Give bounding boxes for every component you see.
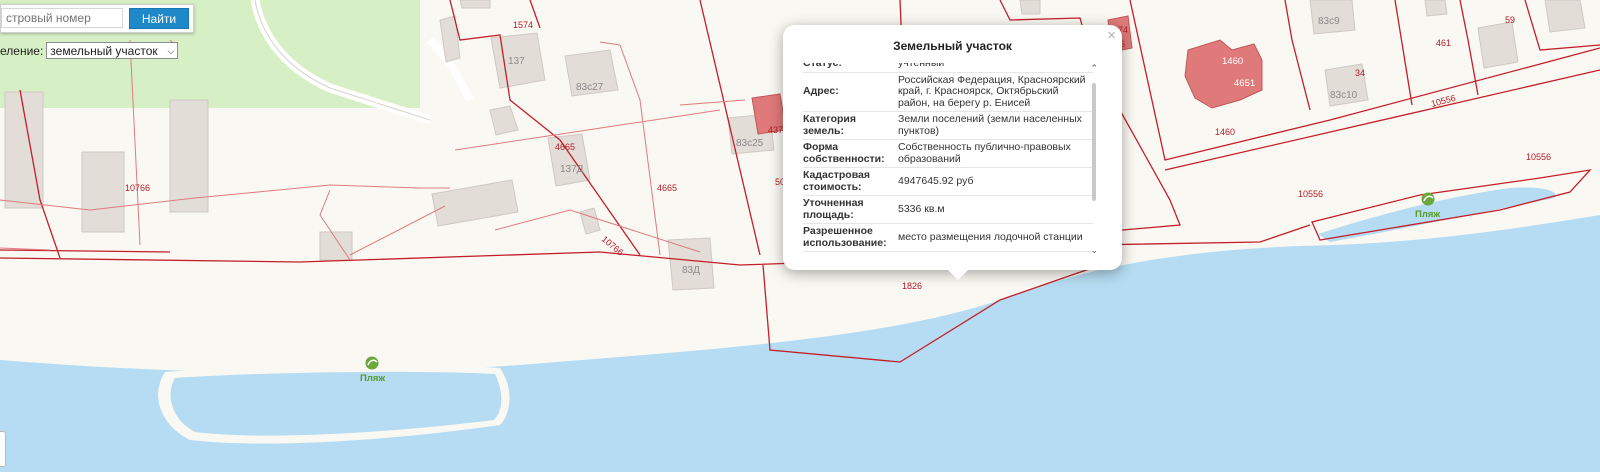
parcel-label: 4665 [657,183,677,193]
building-label: 83с25 [736,138,764,149]
building-label: 137 [508,56,525,67]
beach-icon [1421,192,1435,206]
chevron-down-icon: ⌵ [167,45,175,56]
parcel-label: 34 [1355,68,1365,78]
detail-row: Адрес: Российская Федерация, Красноярский… [803,73,1093,112]
building-label: 83с10 [1330,90,1358,101]
detail-key: Разрешенное использование: [803,225,887,249]
detail-key: Уточненная площадь: [803,197,864,221]
building-label: 1460 [1222,56,1243,67]
detail-row: Кадастровая стоимость: 4947645.92 руб [803,168,1093,196]
parcel-label: 461 [1436,38,1451,48]
layer-label: еление: [0,43,44,58]
parcel-label: 1574 [513,20,533,30]
parcel-label: 437 [768,125,783,135]
parcel-label: 10766 [125,183,150,193]
detail-value: 4947645.92 руб [898,174,974,187]
detail-value: Собственность публично-правовых образова… [898,141,1071,165]
building-label: 83с9 [1318,16,1340,27]
popup-details[interactable]: Статус: учтенный Адрес: Российская Федерац… [803,63,1093,263]
search-panel: Найти [0,4,194,33]
parcel-info-popup: × Земельный участок Статус: учтенный Адре… [783,25,1122,280]
find-button[interactable]: Найти [129,8,189,29]
parcel-label: 1460 [1215,127,1235,137]
detail-row: Категория земель: Земли поселений (земли … [803,112,1093,140]
beach-label: Пляж [360,373,385,384]
building-label: 137Д [560,164,584,175]
cadastral-number-input[interactable] [1,8,123,28]
beach-label: Пляж [1415,209,1440,220]
detail-key: Адрес: [803,85,839,97]
detail-value: 5336 кв.м [898,202,945,215]
scroll-up-icon[interactable]: ⌃ [1090,63,1098,74]
layer-select[interactable]: земельный участок ⌵ [46,42,179,59]
detail-key: Категория земель: [803,113,857,137]
detail-key: Статус: [803,63,842,69]
building-label: 83с27 [576,82,604,93]
building-label: 4651 [1234,78,1255,89]
map-control-stub[interactable] [0,431,6,467]
layer-selector: еление: земельный участок ⌵ [0,42,179,59]
beach-icon [365,356,379,370]
building-label: 83Д [682,265,700,276]
parcel-label: 59 [1505,15,1515,25]
popup-title: Земельный участок [893,39,1012,53]
detail-row: Разрешенное использование: место размещен… [803,224,1093,252]
parcel-label: 4665 [555,142,575,152]
parcel-label: 10556 [1526,152,1551,162]
parcel-label: 10556 [1298,189,1323,199]
layer-selected-value: земельный участок [50,43,158,58]
scrollbar-thumb[interactable] [1092,83,1096,201]
detail-value: Российская Федерация, Красноярский край,… [898,73,1086,109]
parcel-label: 1826 [902,281,922,291]
detail-value: учтенный [898,63,945,69]
detail-key: Кадастровая стоимость: [803,169,870,193]
detail-row: Форма собственности: Собственность публич… [803,140,1093,168]
detail-value: место размещения лодочной станции [898,230,1083,243]
parcel-label: 10766 [600,234,626,258]
detail-row: Уточненная площадь: 5336 кв.м [803,196,1093,224]
detail-key: Форма собственности: [803,141,885,165]
detail-value: Земли поселений (земли населенных пункто… [898,113,1082,137]
scroll-down-icon[interactable]: ⌄ [1090,245,1098,256]
detail-row: Статус: учтенный [803,63,1093,73]
